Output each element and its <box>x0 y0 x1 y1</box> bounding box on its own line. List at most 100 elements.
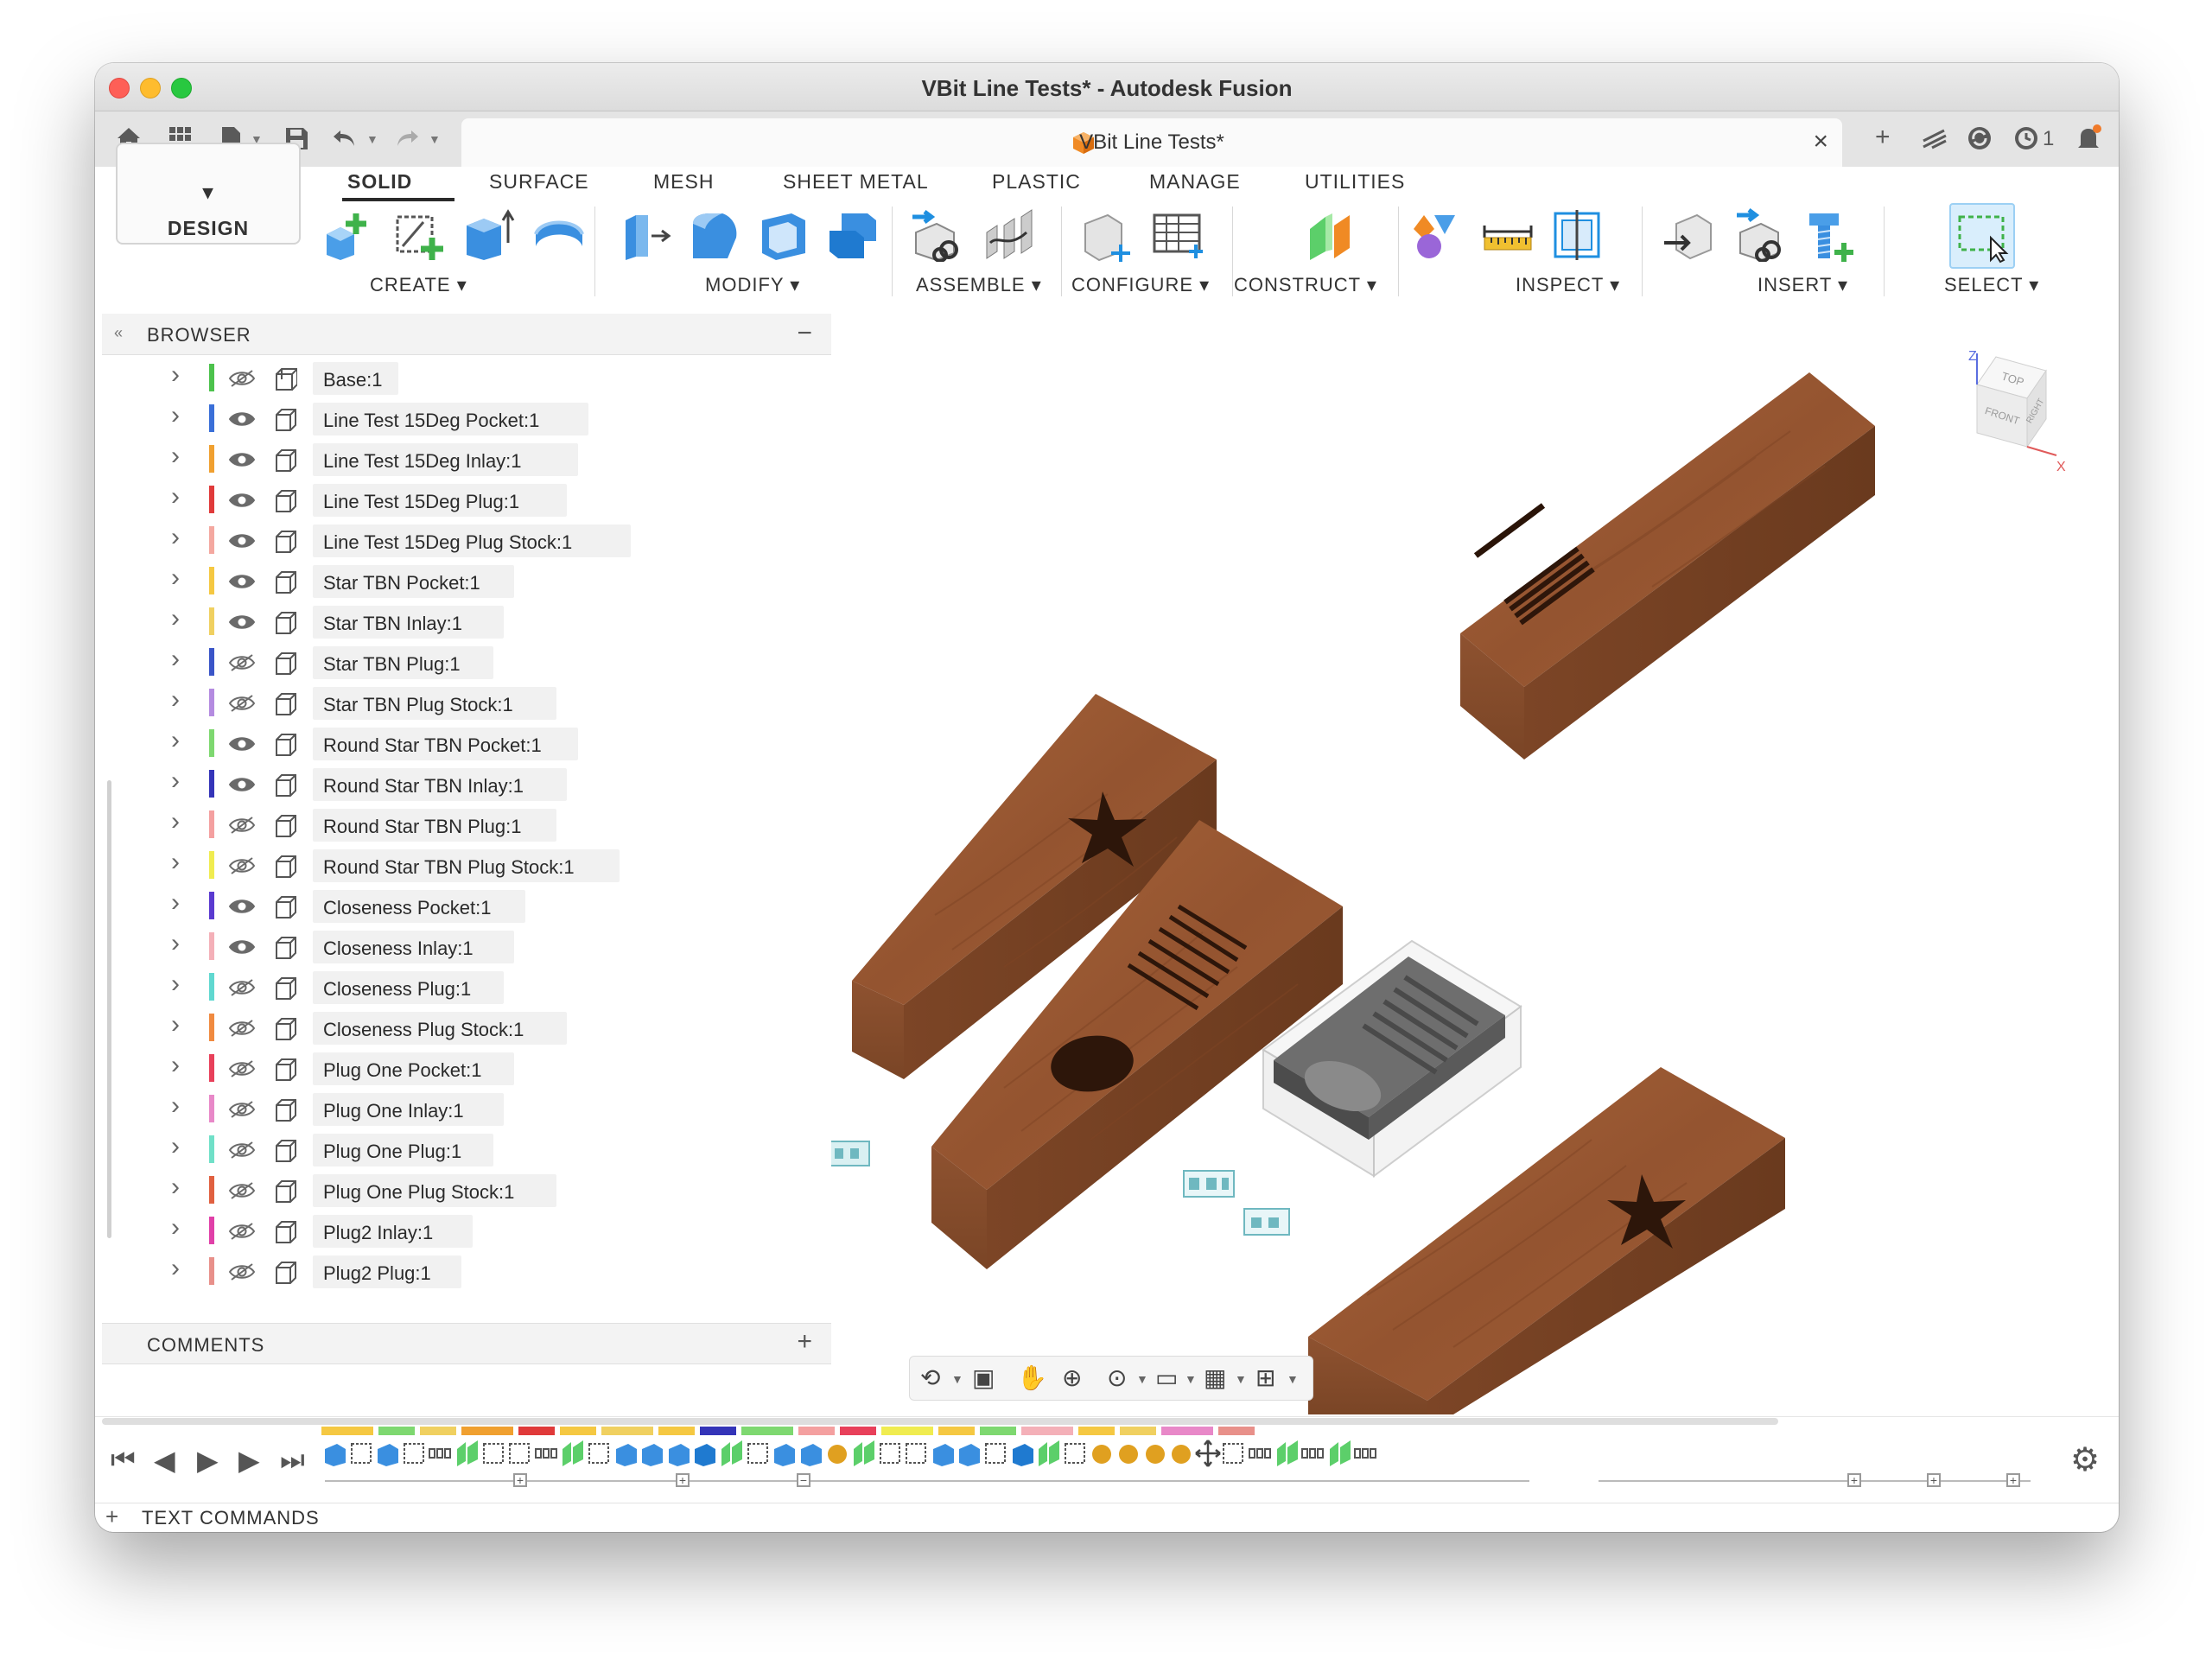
tree-item[interactable]: › Plug2 Inlay:1 <box>156 1213 830 1249</box>
timeline-pattern-icon[interactable] <box>533 1439 561 1468</box>
timeline-sketch-icon[interactable] <box>1062 1439 1090 1468</box>
eye-icon[interactable] <box>228 897 256 916</box>
component-icon[interactable] <box>273 570 297 594</box>
create-sketch-icon[interactable] <box>392 208 446 262</box>
timeline-expand-group-button[interactable]: + <box>1847 1473 1861 1487</box>
component-icon[interactable] <box>273 530 297 554</box>
chevron-right-icon[interactable]: › <box>171 523 180 552</box>
select-menu[interactable]: SELECT ▾ <box>1944 274 2039 296</box>
new-component-icon[interactable] <box>321 208 375 262</box>
eye-hidden-icon[interactable] <box>228 1181 256 1200</box>
chevron-right-icon[interactable]: › <box>171 1010 180 1039</box>
expand-text-commands-button[interactable]: + <box>105 1503 118 1530</box>
component-icon[interactable] <box>273 1098 297 1122</box>
chevron-right-icon[interactable]: › <box>171 563 180 593</box>
tab-surface[interactable]: SURFACE <box>489 170 589 194</box>
document-tab[interactable]: VBit Line Tests* × <box>461 118 1842 167</box>
timeline-plane-icon[interactable] <box>1326 1439 1354 1468</box>
chevron-right-icon[interactable]: › <box>171 482 180 512</box>
plane-icon[interactable] <box>1303 208 1357 262</box>
chevron-right-icon[interactable]: › <box>171 1091 180 1121</box>
chevron-right-icon[interactable]: › <box>171 1254 180 1283</box>
eye-icon[interactable] <box>228 450 256 469</box>
tree-item[interactable]: › Star TBN Pocket:1 <box>156 563 830 600</box>
combine-icon[interactable] <box>826 208 880 262</box>
modify-menu[interactable]: MODIFY ▾ <box>705 274 800 296</box>
measure-icon[interactable] <box>1481 208 1535 262</box>
timeline-plane-icon[interactable] <box>1035 1439 1063 1468</box>
component-icon[interactable] <box>273 814 297 838</box>
timeline-plane-icon[interactable] <box>1274 1439 1301 1468</box>
eye-icon[interactable] <box>228 938 256 957</box>
tab-plastic[interactable]: PLASTIC <box>992 170 1081 194</box>
eye-hidden-icon[interactable] <box>228 1019 256 1038</box>
eye-hidden-icon[interactable] <box>228 694 256 713</box>
tree-item[interactable]: › Line Test 15Deg Pocket:1 <box>156 401 830 437</box>
tree-item[interactable]: › Closeness Inlay:1 <box>156 929 830 965</box>
orbit-icon[interactable]: ⟲ <box>920 1363 940 1392</box>
tree-item[interactable]: › Plug One Plug Stock:1 <box>156 1173 830 1209</box>
chevron-right-icon[interactable]: › <box>171 604 180 633</box>
go-to-start-icon[interactable]: ⏮ <box>111 1444 136 1477</box>
component-icon[interactable] <box>273 976 297 1001</box>
component-icon[interactable] <box>273 448 297 473</box>
tree-item[interactable]: › Plug One Plug:1 <box>156 1132 830 1168</box>
timeline-plane-icon[interactable] <box>718 1439 746 1468</box>
gear-icon[interactable]: ⚙ <box>2070 1440 2100 1479</box>
extrude-icon[interactable] <box>461 208 515 262</box>
orbit-caret-icon[interactable]: ▼ <box>951 1372 963 1386</box>
component-icon[interactable] <box>273 895 297 919</box>
zoom-icon[interactable]: ⊕ <box>1062 1363 1082 1392</box>
tree-item[interactable]: › Closeness Pocket:1 <box>156 888 830 925</box>
fillet-icon[interactable] <box>688 208 741 262</box>
timeline-expand-group-button[interactable]: + <box>2006 1473 2020 1487</box>
eye-icon[interactable] <box>228 572 256 591</box>
component-icon[interactable] <box>273 1179 297 1204</box>
timeline-extrude-icon[interactable] <box>798 1439 825 1468</box>
timeline-sketch-icon[interactable] <box>586 1439 613 1468</box>
chevron-right-icon[interactable]: › <box>171 1213 180 1243</box>
component-icon[interactable] <box>273 1220 297 1244</box>
block-line-test[interactable] <box>1460 372 1875 760</box>
tree-item[interactable]: › Star TBN Plug Stock:1 <box>156 685 830 721</box>
inspect-menu[interactable]: INSPECT ▾ <box>1516 274 1620 296</box>
chevron-right-icon[interactable]: › <box>171 1132 180 1161</box>
add-comment-button[interactable]: + <box>797 1327 812 1357</box>
timeline-pattern-icon[interactable] <box>1352 1439 1380 1468</box>
eye-icon[interactable] <box>228 775 256 794</box>
window-select-button[interactable] <box>1949 203 2015 269</box>
timeline-sketch-icon[interactable] <box>745 1439 772 1468</box>
tree-item[interactable]: › Line Test 15Deg Plug Stock:1 <box>156 523 830 559</box>
timeline-move-icon[interactable] <box>1194 1439 1222 1468</box>
component-icon[interactable] <box>273 1017 297 1041</box>
tab-utilities[interactable]: UTILITIES <box>1305 170 1405 194</box>
timeline-extrude-icon[interactable] <box>613 1439 640 1468</box>
timeline-extrude-icon[interactable] <box>930 1439 957 1468</box>
revolve-icon[interactable] <box>532 208 586 262</box>
tree-item[interactable]: › Plug One Inlay:1 <box>156 1091 830 1128</box>
configure-icon[interactable] <box>1080 208 1134 262</box>
chevron-right-icon[interactable]: › <box>171 888 180 918</box>
view-cube[interactable]: TOP FRONT RIGHT Z X <box>1944 348 2074 486</box>
eye-hidden-icon[interactable] <box>228 1141 256 1160</box>
joint-icon[interactable] <box>911 208 964 262</box>
workspace-switcher[interactable]: DESIGN ▾ <box>116 143 301 245</box>
undo-icon[interactable] <box>330 124 359 153</box>
assemble-menu[interactable]: ASSEMBLE ▾ <box>916 274 1042 296</box>
tree-item[interactable]: › Star TBN Plug:1 <box>156 645 830 681</box>
display-caret-icon[interactable]: ▼ <box>1185 1372 1197 1386</box>
eye-icon[interactable] <box>228 491 256 510</box>
eye-hidden-icon[interactable] <box>228 1262 256 1281</box>
eye-icon[interactable] <box>228 613 256 632</box>
pan-icon[interactable]: ✋ <box>1017 1363 1047 1392</box>
timeline-joint-icon[interactable] <box>1141 1439 1169 1468</box>
press-pull-icon[interactable] <box>619 208 672 262</box>
eye-hidden-icon[interactable] <box>228 978 256 997</box>
timeline-sketch-icon[interactable] <box>1220 1439 1248 1468</box>
component-icon[interactable] <box>273 1058 297 1082</box>
tree-item[interactable]: › Closeness Plug Stock:1 <box>156 1010 830 1046</box>
timeline-sketch-icon[interactable] <box>982 1439 1010 1468</box>
insert-menu[interactable]: INSERT ▾ <box>1758 274 1848 296</box>
tree-item[interactable]: › Line Test 15Deg Inlay:1 <box>156 442 830 478</box>
eye-hidden-icon[interactable] <box>228 1100 256 1119</box>
